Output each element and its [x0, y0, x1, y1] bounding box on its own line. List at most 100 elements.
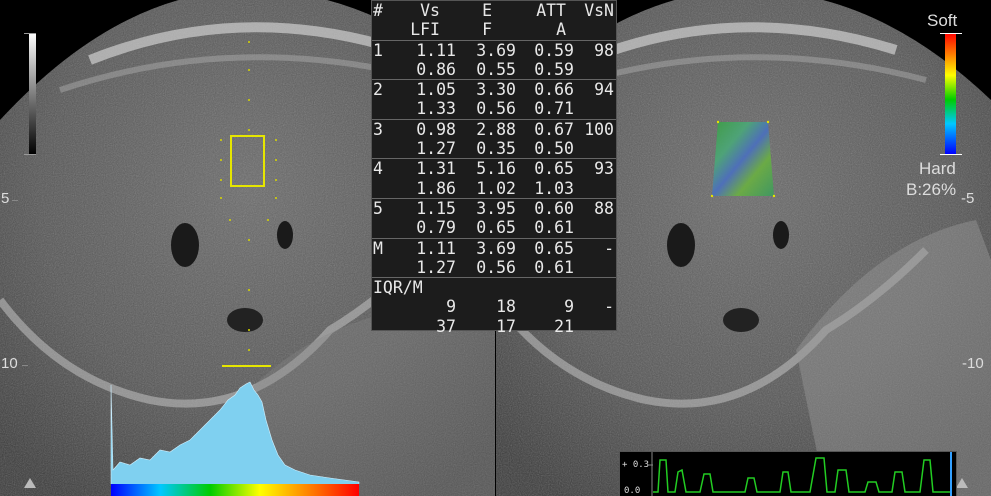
ultrasound-display: 5 10 -5 -10 Soft Hard B:26% # Vs E ATT V…	[0, 0, 991, 496]
table-cell: 5.16	[476, 159, 516, 179]
table-cell: 3.30	[476, 80, 516, 100]
table-cell: 1.03	[534, 178, 574, 198]
depth-tick	[12, 200, 18, 201]
table-cell: M	[373, 238, 383, 258]
table-cell: 0.60	[534, 198, 574, 218]
table-row: 2 1.05 3.30 0.66 94	[372, 80, 616, 99]
table-cell: 3.69	[476, 40, 516, 60]
table-cell: -	[604, 238, 614, 258]
table-row: 1.33 0.56 0.71	[372, 99, 616, 118]
elastography-color-map	[712, 122, 774, 196]
table-cell: VsN	[584, 1, 614, 20]
depth-label-10-right: -10	[962, 355, 984, 372]
table-cell: 1.33	[416, 99, 456, 119]
table-cell: 0.61	[534, 218, 574, 238]
table-cell: 1.02	[476, 178, 516, 198]
depth-label-10-left: 10	[1, 355, 18, 372]
table-cell: 94	[594, 80, 614, 100]
table-row: 1.27 0.56 0.61	[372, 258, 616, 277]
table-cell: 3.95	[476, 198, 516, 218]
table-row: 4 1.31 5.16 0.65 93	[372, 159, 616, 178]
depth-label-5-left: 5	[1, 190, 10, 207]
table-cell: 9	[446, 297, 456, 317]
grayscale-top-tick	[24, 33, 36, 34]
table-cell: 0.67	[534, 119, 574, 139]
table-cell: 0.65	[476, 218, 516, 238]
grayscale-bottom-tick	[24, 154, 36, 155]
displacement-trace-panel: + 0.3 0.0	[619, 451, 957, 496]
table-cell: 2.88	[476, 119, 516, 139]
table-cell: 0.79	[416, 218, 456, 238]
table-cell: 1.27	[416, 257, 456, 277]
table-cell: 1	[373, 40, 383, 60]
table-cell: 98	[594, 40, 614, 60]
table-cell: A	[556, 20, 566, 40]
stiffness-color-scale	[945, 33, 956, 154]
table-cell: 0.56	[476, 99, 516, 119]
table-cell: 100	[584, 119, 614, 139]
table-cell: 3	[373, 119, 383, 139]
table-cell: LFI	[410, 20, 440, 40]
table-cell: 4	[373, 159, 383, 179]
iqr-label: IQR/M	[373, 278, 423, 298]
table-row: 0.86 0.55 0.59	[372, 60, 616, 79]
measurement-table: # Vs E ATT VsN LFI F A 1 1.11 3.69 0.59 98 0.86 0.55 0.…	[371, 0, 617, 336]
table-cell: 9	[564, 297, 574, 317]
color-scale-bottom-tick	[940, 154, 962, 155]
table-cell: 1.31	[416, 159, 456, 179]
table-cell: 1.27	[416, 139, 456, 159]
depth-label-5-right: -5	[961, 190, 975, 207]
table-cell: 0.35	[476, 139, 516, 159]
table-cell: 0.61	[534, 257, 574, 277]
table-cell: 0.71	[534, 99, 574, 119]
table-cell: Vs	[420, 1, 440, 20]
table-cell: 1.15	[416, 198, 456, 218]
table-cell: 0.86	[416, 59, 456, 79]
table-cell: 18	[496, 297, 516, 317]
table-cell: 5	[373, 198, 383, 218]
table-cell: 0.59	[534, 40, 574, 60]
b-percent-label: B:26%	[906, 180, 957, 199]
table-row: 0.79 0.65 0.61	[372, 218, 616, 237]
depth-tick	[22, 365, 28, 366]
table-row: 5 1.15 3.95 0.60 88	[372, 199, 616, 218]
table-cell: 0.65	[534, 159, 574, 179]
table-cell: E	[482, 1, 492, 20]
table-row: M 1.11 3.69 0.65 -	[372, 239, 616, 258]
table-row: 1.27 0.35 0.50	[372, 139, 616, 158]
histogram-color-scale	[111, 484, 359, 496]
table-row: 1.86 1.02 1.03	[372, 179, 616, 198]
table-cell: 37	[436, 316, 456, 336]
table-cell: 1.11	[416, 238, 456, 258]
soft-label: Soft	[927, 11, 958, 30]
table-cell: 21	[554, 316, 574, 336]
table-cell: F	[482, 20, 492, 40]
table-cell: #	[373, 1, 383, 20]
table-cell: 0.59	[534, 59, 574, 79]
focus-marker-icon	[24, 478, 36, 488]
table-cell: 0.50	[534, 139, 574, 159]
table-cell: 0.56	[476, 257, 516, 277]
table-cell: 0.98	[416, 119, 456, 139]
table-row: 37 17 21	[372, 317, 616, 336]
table-cell: 17	[496, 316, 516, 336]
table-row: # Vs E ATT VsN	[372, 1, 616, 20]
table-row: 3 0.98 2.88 0.67 100	[372, 120, 616, 139]
hard-label: Hard	[919, 159, 956, 178]
displacement-trace	[648, 452, 952, 496]
table-cell: 1.11	[416, 40, 456, 60]
table-cell: ATT	[536, 1, 566, 20]
table-cell: 2	[373, 80, 383, 100]
table-cell: 1.05	[416, 80, 456, 100]
table-cell: 93	[594, 159, 614, 179]
table-cell: 1.86	[416, 178, 456, 198]
grayscale-bar	[29, 33, 36, 154]
table-cell: 0.65	[534, 238, 574, 258]
color-scale-top-tick	[940, 33, 962, 34]
table-cell: 3.69	[476, 238, 516, 258]
table-cell: 0.66	[534, 80, 574, 100]
table-row: LFI F A	[372, 20, 616, 39]
table-cell: 0.55	[476, 59, 516, 79]
table-row: 9 18 9 -	[372, 297, 616, 316]
table-cell: 88	[594, 198, 614, 218]
